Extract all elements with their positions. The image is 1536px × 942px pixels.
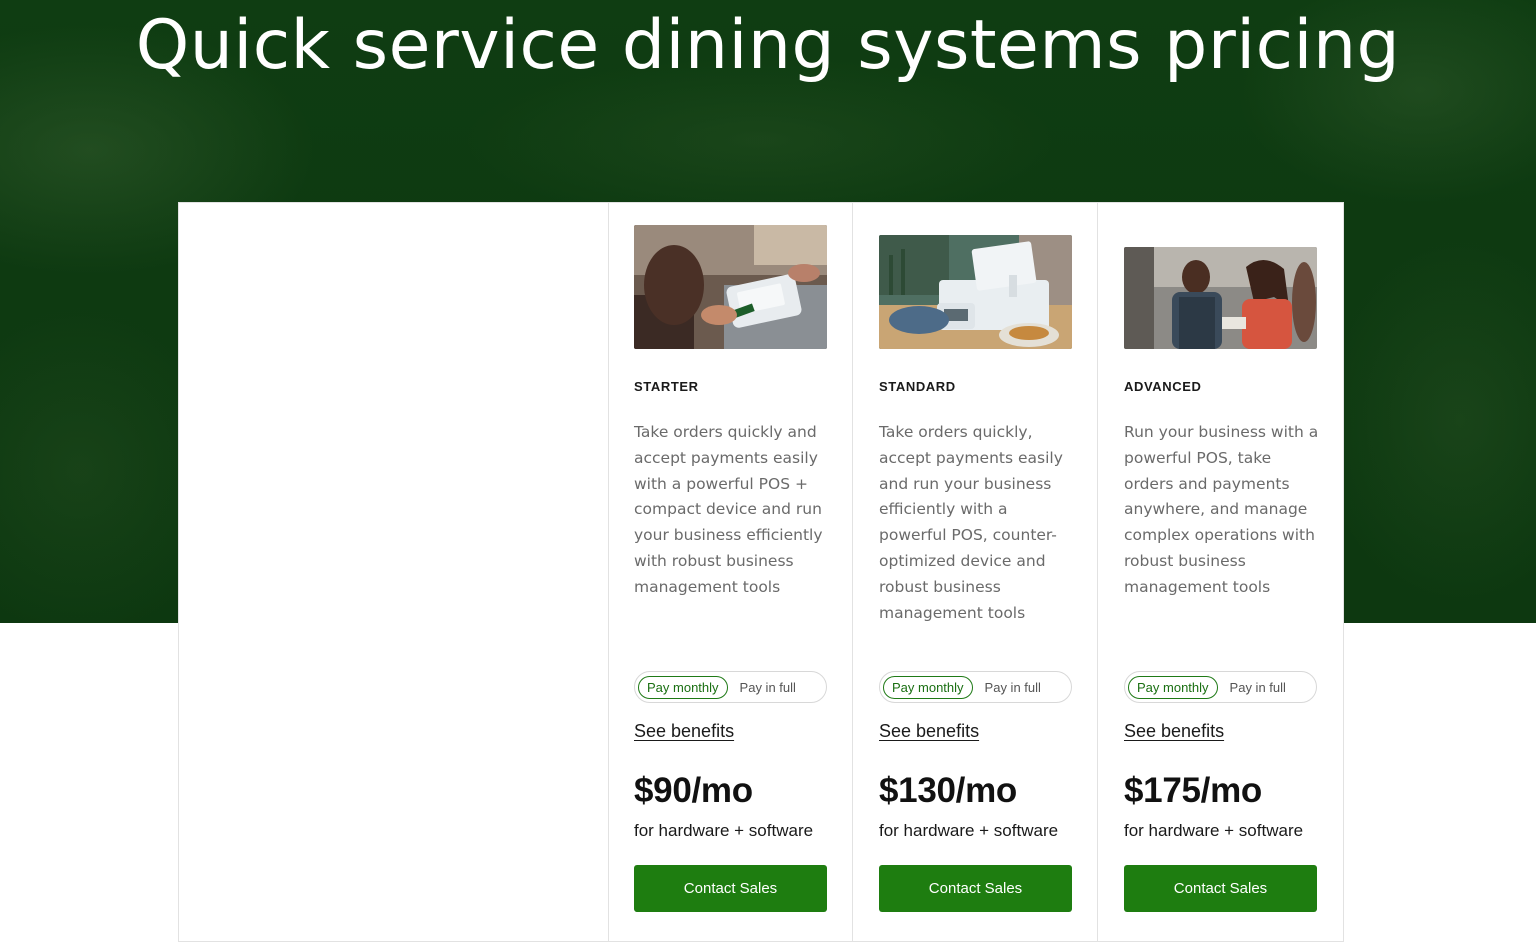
price-note: for hardware + software <box>1124 821 1304 840</box>
plan-price: $130/mo <box>879 771 1017 810</box>
pricing-table: STARTER Take orders quickly and accept p… <box>178 202 1344 942</box>
billing-toggle: Pay monthly Pay in full <box>879 671 1072 703</box>
see-benefits-link[interactable]: See benefits <box>1124 721 1224 742</box>
plan-card-starter: STARTER Take orders quickly and accept p… <box>608 203 853 941</box>
billing-toggle: Pay monthly Pay in full <box>1124 671 1317 703</box>
plan-price: $175/mo <box>1124 771 1262 810</box>
standard-plan-image <box>879 235 1072 349</box>
pay-in-full-option[interactable]: Pay in full <box>976 676 1050 699</box>
contact-sales-button[interactable]: Contact Sales <box>1124 865 1317 912</box>
plan-name: STANDARD <box>879 379 956 394</box>
pay-in-full-option[interactable]: Pay in full <box>1221 676 1295 699</box>
billing-toggle: Pay monthly Pay in full <box>634 671 827 703</box>
page-title: Quick service dining systems pricing <box>135 6 1401 85</box>
price-note: for hardware + software <box>879 821 1059 840</box>
price-note: for hardware + software <box>634 821 814 840</box>
pay-monthly-option[interactable]: Pay monthly <box>883 675 973 699</box>
plan-description: Take orders quickly and accept payments … <box>634 423 823 596</box>
plan-name: STARTER <box>634 379 699 394</box>
plan-price: $90/mo <box>634 771 753 810</box>
plan-card-advanced: ADVANCED Run your business with a powerf… <box>1098 203 1343 941</box>
plan-card-standard: STANDARD Take orders quickly, accept pay… <box>853 203 1098 941</box>
pay-monthly-option[interactable]: Pay monthly <box>1128 675 1218 699</box>
advanced-plan-image <box>1124 247 1317 349</box>
contact-sales-button[interactable]: Contact Sales <box>879 865 1072 912</box>
pricing-table-label-column <box>179 203 609 941</box>
pay-monthly-option[interactable]: Pay monthly <box>638 675 728 699</box>
plan-name: ADVANCED <box>1124 379 1202 394</box>
see-benefits-link[interactable]: See benefits <box>634 721 734 742</box>
plan-description: Run your business with a powerful POS, t… <box>1124 423 1319 596</box>
plan-description: Take orders quickly, accept payments eas… <box>879 423 1063 622</box>
contact-sales-button[interactable]: Contact Sales <box>634 865 827 912</box>
pay-in-full-option[interactable]: Pay in full <box>731 676 805 699</box>
starter-plan-image <box>634 225 827 349</box>
see-benefits-link[interactable]: See benefits <box>879 721 979 742</box>
